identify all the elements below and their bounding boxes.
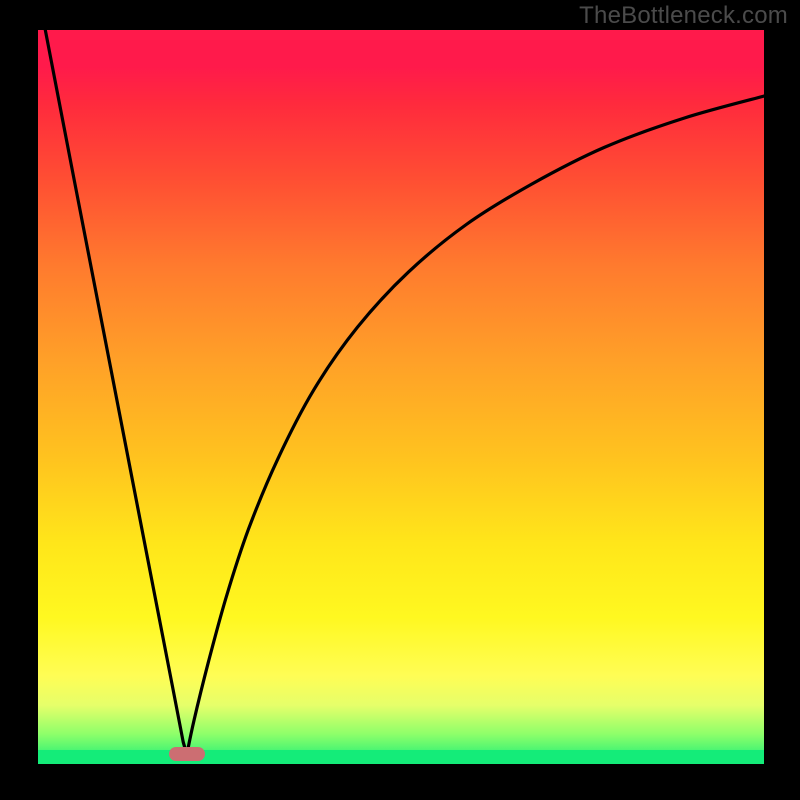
- curve-left-branch: [45, 30, 187, 755]
- watermark-text: TheBottleneck.com: [579, 2, 788, 30]
- curve-layer: [38, 30, 764, 764]
- chart-frame: TheBottleneck.com: [0, 0, 800, 800]
- curve-right-branch: [187, 96, 764, 754]
- optimum-marker: [169, 747, 205, 761]
- plot-area: [38, 30, 764, 764]
